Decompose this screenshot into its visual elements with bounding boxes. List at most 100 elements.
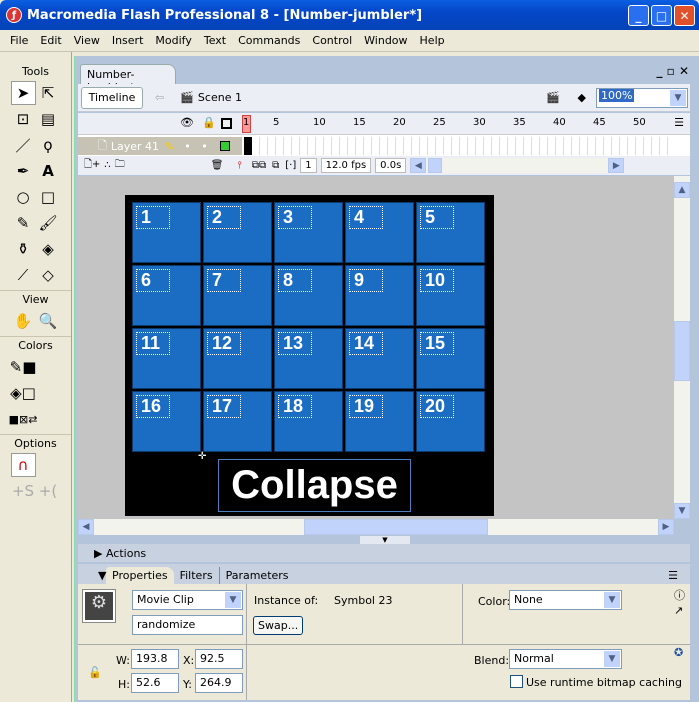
number-tile[interactable]: 13 (274, 328, 343, 389)
menu-modify[interactable]: Modify (149, 34, 197, 47)
panel-menu-icon[interactable]: ☰ (662, 567, 684, 584)
trash-icon[interactable]: 🗑 (211, 160, 224, 171)
ink-bottle-tool-icon[interactable]: ⚱ (11, 237, 36, 261)
timeline-menu-icon[interactable]: ☰ (674, 116, 684, 129)
frame-rate[interactable]: 12.0 fps (320, 158, 372, 173)
pen-tool-icon[interactable]: ✒ (11, 159, 36, 183)
center-frame-icon[interactable]: ⫯ (238, 160, 242, 171)
default-colors-icon[interactable]: ■⊠⇄ (9, 407, 38, 431)
smooth-icon[interactable]: +S (11, 479, 36, 503)
number-tile[interactable]: 12 (203, 328, 272, 389)
collapse-arrow-icon[interactable]: ▼ (92, 567, 112, 584)
outline-icon[interactable] (221, 118, 232, 129)
add-guide-layer-icon[interactable]: ∴ (104, 160, 110, 171)
bitmap-caching-checkbox[interactable] (510, 675, 523, 688)
vertical-scrollbar[interactable]: ▲ ▼ (674, 176, 690, 519)
layer-row[interactable]: 🗋 Layer 41 ✎ • • (78, 137, 242, 155)
actions-panel-header[interactable]: ▶ Actions (78, 544, 690, 562)
fill-color-icon[interactable]: ◈□ (10, 381, 36, 405)
number-tile[interactable]: 11 (132, 328, 201, 389)
snap-to-objects-icon[interactable]: ∩ (10, 453, 36, 477)
menu-edit[interactable]: Edit (34, 34, 67, 47)
collapse-button[interactable]: Collapse (218, 459, 411, 512)
scroll-up-button[interactable]: ▲ (674, 182, 690, 198)
menu-window[interactable]: Window (358, 34, 413, 47)
number-tile[interactable]: 10 (416, 265, 485, 326)
number-tile[interactable]: 5 (416, 202, 485, 263)
zoom-tool-icon[interactable]: 🔍 (36, 309, 61, 333)
menu-file[interactable]: File (4, 34, 34, 47)
timeline-scroll-thumb[interactable] (428, 158, 443, 173)
tab-filters[interactable]: Filters (174, 567, 219, 584)
number-tile[interactable]: 20 (416, 391, 485, 452)
number-tile[interactable]: 9 (345, 265, 414, 326)
blend-select[interactable]: Normal ▼ (509, 649, 622, 669)
timeline-button[interactable]: Timeline (81, 86, 143, 109)
layer-color-icon[interactable] (219, 141, 230, 151)
subselection-tool-icon[interactable]: ⇱ (36, 81, 61, 105)
free-transform-tool-icon[interactable]: ⊡ (11, 107, 36, 131)
scene-label[interactable]: Scene 1 (198, 91, 242, 104)
number-tile[interactable]: 19 (345, 391, 414, 452)
maximize-button[interactable]: □ (651, 5, 672, 26)
color-select[interactable]: None ▼ (509, 590, 622, 610)
accessibility-icon[interactable]: ✪ (674, 646, 683, 659)
symbol-type-select[interactable]: Movie Clip ▼ (132, 590, 243, 610)
stroke-color-icon[interactable]: ✎■ (10, 355, 37, 379)
menu-view[interactable]: View (68, 34, 106, 47)
insert-layer-icon[interactable]: 🗋+ (84, 157, 100, 174)
number-tile[interactable]: 17 (203, 391, 272, 452)
number-tile[interactable]: 4 (345, 202, 414, 263)
instance-name-input[interactable]: randomize (132, 615, 243, 635)
edit-symbols-icon[interactable]: ◆ (578, 91, 586, 104)
swap-button[interactable]: Swap... (253, 616, 304, 635)
number-tile[interactable]: 8 (274, 265, 343, 326)
paint-bucket-tool-icon[interactable]: ◈ (36, 237, 61, 261)
eye-icon[interactable]: 👁 (180, 116, 194, 129)
number-tile[interactable]: 7 (203, 265, 272, 326)
height-input[interactable]: 52.6 (131, 673, 179, 693)
onion-markers-icon[interactable]: [·] (285, 160, 296, 171)
lock-aspect-icon[interactable]: 🔓 (88, 666, 102, 679)
y-input[interactable]: 264.9 (195, 673, 243, 693)
number-tile[interactable]: 1 (132, 202, 201, 263)
eyedropper-tool-icon[interactable]: ⟋ (11, 263, 36, 287)
text-tool-icon[interactable]: A (36, 159, 61, 183)
selection-tool-icon[interactable]: ➤ (10, 81, 36, 105)
scroll-left-button[interactable]: ◀ (410, 158, 427, 173)
scroll-right-button[interactable]: ▶ (658, 519, 674, 535)
edit-multiple-frames-icon[interactable]: ⧉ (272, 160, 279, 171)
collapse-panel-arrow-icon[interactable]: ▼ (360, 536, 410, 544)
layer-name[interactable]: Layer 41 (111, 140, 159, 153)
minimize-button[interactable]: _ (628, 5, 649, 26)
scroll-left-button[interactable]: ◀ (78, 519, 94, 535)
number-tile[interactable]: 6 (132, 265, 201, 326)
tab-parameters[interactable]: Parameters (218, 567, 295, 584)
menu-commands[interactable]: Commands (232, 34, 306, 47)
rectangle-tool-icon[interactable]: □ (36, 185, 61, 209)
vertical-scroll-thumb[interactable] (674, 321, 690, 381)
menu-control[interactable]: Control (306, 34, 358, 47)
frames-area[interactable] (244, 137, 672, 155)
horizontal-scrollbar[interactable]: ◀ ▶ (78, 519, 674, 535)
width-input[interactable]: 193.8 (131, 649, 179, 669)
edit-scene-icon[interactable]: 🎬 (546, 91, 560, 104)
line-tool-icon[interactable]: ／ (11, 133, 36, 157)
onion-skin-icon[interactable]: ⧉⧉ (252, 160, 266, 171)
number-tile[interactable]: 3 (274, 202, 343, 263)
brush-tool-icon[interactable]: 🖌 (36, 211, 61, 235)
straighten-icon[interactable]: +( (36, 479, 61, 503)
number-tile[interactable]: 16 (132, 391, 201, 452)
menu-insert[interactable]: Insert (106, 34, 150, 47)
pencil-tool-icon[interactable]: ✎ (11, 211, 36, 235)
document-tab[interactable]: Number-jumbler* (80, 64, 176, 94)
insert-folder-icon[interactable]: 🗀 (115, 157, 125, 174)
chevron-down-icon[interactable]: ▼ (670, 90, 686, 106)
close-button[interactable]: ✕ (674, 5, 695, 26)
reference-icon[interactable]: ↗ (674, 604, 683, 617)
chevron-down-icon[interactable]: ▼ (604, 651, 620, 667)
eraser-tool-icon[interactable]: ◇ (36, 263, 61, 287)
document-window-controls[interactable]: _ ▫ ✕ (656, 64, 689, 78)
scroll-right-button[interactable]: ▶ (608, 158, 625, 173)
lock-icon[interactable]: 🔒 (202, 116, 216, 129)
